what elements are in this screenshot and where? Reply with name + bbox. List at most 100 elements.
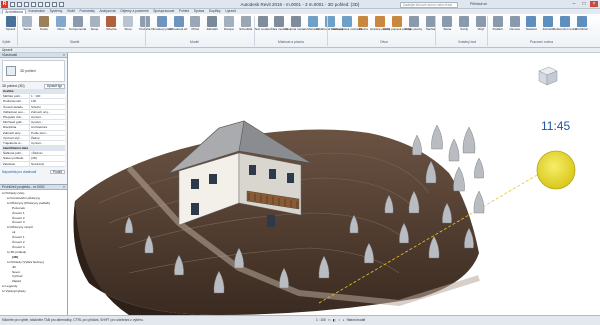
minimize-icon[interactable]: – xyxy=(570,1,578,7)
window-icon xyxy=(55,16,66,27)
property-value[interactable]: 100 xyxy=(30,99,65,103)
maximize-icon[interactable]: □ xyxy=(580,1,588,7)
sun-path-icon[interactable]: ☼ xyxy=(338,318,341,322)
ramp-button[interactable]: Rampa xyxy=(221,16,236,40)
properties-header: Vlastnosti × xyxy=(0,53,67,58)
area-tag-button[interactable]: Vložit popisek plochy xyxy=(383,16,411,40)
model-text-button[interactable]: Text modelu xyxy=(254,16,271,40)
type-selector[interactable]: 3D pohled xyxy=(2,60,65,82)
level-button[interactable]: Podlaží xyxy=(490,16,505,40)
tree[interactable] xyxy=(412,134,422,156)
property-value[interactable]: Nezávislý xyxy=(30,162,65,166)
apply-button[interactable]: Použít xyxy=(49,169,65,175)
panel-label[interactable]: Stavět xyxy=(70,40,79,44)
view-scale[interactable]: 1 : 100 xyxy=(316,318,326,322)
column-button[interactable]: Sloup xyxy=(87,16,102,40)
grid-button[interactable]: Osnova xyxy=(507,16,522,40)
model-group-button[interactable]: Skupina modelu xyxy=(285,16,307,40)
area-button[interactable]: Plocha xyxy=(356,16,371,40)
wall-opening-button[interactable]: Stěna xyxy=(440,16,455,40)
property-value[interactable]: Žádné xyxy=(30,136,65,140)
ceiling-button[interactable]: Strop xyxy=(121,16,136,40)
panel-label[interactable]: Výběr xyxy=(2,40,11,44)
tree-item-label: Úroveň 2 xyxy=(12,215,25,220)
tree-item-label: Půdorysy (Půdorysy podlaží) xyxy=(10,200,51,205)
roof-button[interactable]: Střecha xyxy=(104,16,119,40)
property-row[interactable]: Závislost Nezávislý xyxy=(2,161,65,167)
set-workplane-icon xyxy=(526,16,537,27)
component-button[interactable]: Komponenta xyxy=(69,16,86,40)
property-value[interactable]: Střední xyxy=(30,105,65,109)
property-value[interactable]: {3D} xyxy=(30,156,65,160)
project-browser: Prohlížeč projektu - m.0001 × ⊟ Pohledy … xyxy=(0,184,68,315)
properties-help-link[interactable]: Nápověda pro vlastnosti xyxy=(2,170,36,175)
ribbon-button-label: Skupina modelu xyxy=(285,27,307,31)
property-value[interactable]: Upravit... xyxy=(30,120,65,124)
curtain-system-button[interactable]: Obvodový plášť xyxy=(151,16,172,40)
room-tag-button[interactable]: Vložit popisek místnosti xyxy=(331,16,362,40)
mullion-button[interactable]: Příčel xyxy=(188,16,203,40)
type-name: 3D pohled xyxy=(20,69,36,73)
viewcube[interactable] xyxy=(535,63,559,87)
vertical-opening-button[interactable]: Svislý xyxy=(457,16,472,40)
property-value[interactable]: Upravit... xyxy=(30,115,65,119)
panel-label[interactable]: Pracovní rovina xyxy=(530,40,553,44)
tree[interactable] xyxy=(473,190,485,214)
door-button[interactable]: Dveře xyxy=(37,16,52,40)
curtain-grid-button[interactable]: Obvodová síť xyxy=(169,16,188,40)
property-value[interactable]: Podle disci... xyxy=(30,131,65,135)
tree[interactable] xyxy=(474,157,484,179)
window-button[interactable]: Okno xyxy=(53,16,68,40)
wall-button[interactable]: Stěna xyxy=(20,16,35,40)
room-icon xyxy=(307,16,318,27)
panel-label[interactable]: Vztažný bod xyxy=(458,40,476,44)
main-model-label[interactable]: Hlavní model xyxy=(347,318,366,322)
panel-separator xyxy=(487,16,488,46)
visual-style-icon[interactable]: ◧ xyxy=(333,318,336,322)
close-icon[interactable]: × xyxy=(63,53,65,58)
property-value[interactable]: Zobrazit oriq... xyxy=(30,110,65,114)
ref-plane-button[interactable]: Referenční rovina xyxy=(553,16,577,40)
area-icon xyxy=(358,16,369,27)
shadows-icon[interactable]: ◐ xyxy=(343,318,345,322)
property-name: Identifikační data xyxy=(3,146,28,151)
ribbon-button-label: Sloup xyxy=(90,27,99,31)
tree-item-label: Konstrukční půdorysy xyxy=(10,195,41,200)
sun-icon[interactable] xyxy=(536,150,576,190)
status-bar: Klikněte pro výběr, stiskněte TAB pro al… xyxy=(0,315,600,325)
options-bar-modify-label: Upravit xyxy=(2,48,13,52)
property-value[interactable]: Architektura xyxy=(30,125,65,129)
3d-viewport[interactable]: 11:45 xyxy=(69,53,600,315)
help-search-input[interactable]: Zadejte klíčové slovo nebo frázi xyxy=(400,1,458,8)
edit-type-button[interactable]: Upravit typ xyxy=(43,84,65,89)
sign-in-link[interactable]: Přihlásit se xyxy=(470,2,487,6)
ribbon-button-label: Příčel xyxy=(191,27,200,31)
tree-item[interactable]: ⊟ Výkazy/výkazy xyxy=(2,289,65,294)
ribbon-button-label: Obvodová síť xyxy=(169,27,188,31)
close-icon[interactable]: × xyxy=(63,185,65,190)
viewer-button[interactable]: Prohlížeč xyxy=(574,16,589,40)
stair-button[interactable]: Schodiště xyxy=(238,16,253,40)
property-value[interactable]: <Žádné> xyxy=(30,151,65,155)
panel-label[interactable]: Otvor xyxy=(380,40,388,44)
property-name: Závislost xyxy=(2,161,30,166)
project-browser-tree: ⊟ Pohledy (vše) ⊟ Konstrukční půdorysy ⊟ P… xyxy=(0,190,67,295)
property-name: Zobrazit skry... xyxy=(2,130,30,135)
model-text-icon xyxy=(257,16,268,27)
railing-button[interactable]: Zábradlí xyxy=(205,16,220,40)
panel-label[interactable]: Model xyxy=(190,40,199,44)
ribbon-button-label: Vikýř xyxy=(477,27,485,31)
tree[interactable] xyxy=(431,124,443,150)
property-value[interactable]: 1 : 100 xyxy=(30,94,65,98)
panel-separator xyxy=(435,16,436,46)
by-face-button[interactable]: Podle plochy xyxy=(405,16,422,40)
detail-level-icon[interactable]: ▭ xyxy=(328,318,331,322)
property-value[interactable]: Upravit... xyxy=(30,141,65,145)
close-icon[interactable]: × xyxy=(590,1,598,7)
modify-arrow-button[interactable]: Upravit xyxy=(3,16,18,40)
tree[interactable] xyxy=(448,138,460,162)
tree[interactable] xyxy=(462,126,476,154)
set-workplane-button[interactable]: Nastavit xyxy=(524,16,539,40)
panel-label[interactable]: Místnost a plocha xyxy=(278,40,304,44)
tree[interactable] xyxy=(453,166,465,192)
